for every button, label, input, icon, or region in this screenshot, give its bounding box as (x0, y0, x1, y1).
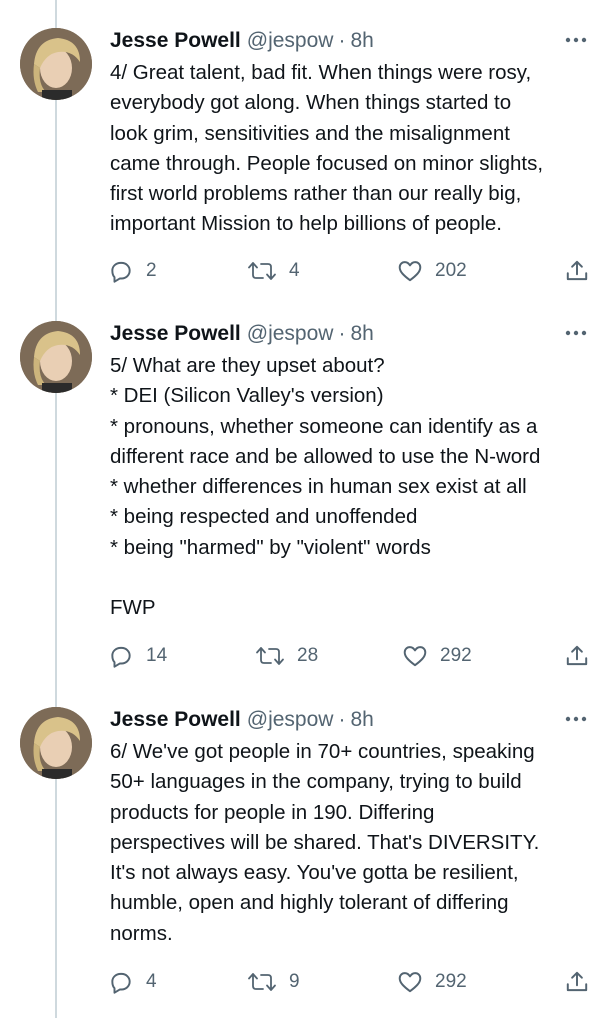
text-line: different race and be allowed to use the… (110, 444, 541, 468)
like-button[interactable]: 292 (402, 641, 472, 671)
share-button[interactable] (564, 967, 590, 997)
avatar[interactable] (20, 28, 92, 100)
reply-count: 4 (146, 971, 157, 992)
like-icon (397, 258, 423, 284)
author-name[interactable]: Jesse Powell (110, 29, 241, 53)
text-line: 50+ languages in the company, trying to … (110, 770, 522, 794)
like-icon (397, 969, 423, 995)
reply-count: 2 (146, 260, 157, 281)
reply-icon (108, 258, 134, 284)
separator-dot: · (338, 322, 346, 345)
reply-count: 14 (146, 645, 168, 666)
retweet-button[interactable]: 9 (247, 967, 300, 997)
reply-icon (108, 643, 134, 669)
text-line: came through. People focused on minor sl… (110, 151, 544, 175)
text-line: look grim, sensitivities and the misalig… (110, 121, 510, 145)
retweet-count: 28 (297, 645, 319, 666)
author-handle[interactable]: @jespow (247, 322, 334, 346)
tweet-header: Jesse Powell @jespow · 8h (110, 707, 374, 733)
more-options-icon[interactable] (563, 30, 589, 50)
tweet-actions: 4 9 292 (0, 967, 610, 997)
retweet-button[interactable]: 4 (247, 256, 300, 286)
share-icon (564, 258, 590, 284)
text-line: humble, open and highly tolerant of diff… (110, 891, 509, 915)
separator-dot: · (338, 708, 346, 731)
more-options-icon[interactable] (563, 323, 589, 343)
reply-button[interactable]: 4 (108, 967, 157, 997)
text-line: norms. (110, 921, 173, 945)
share-icon (564, 969, 590, 995)
text-line: * whether differences in human sex exist… (110, 475, 527, 499)
tweet-text: 5/ What are they upset about? * DEI (Sil… (110, 351, 590, 624)
separator-dot: · (338, 29, 346, 52)
avatar[interactable] (20, 707, 92, 779)
text-spacer (110, 563, 590, 593)
like-icon (402, 643, 428, 669)
share-button[interactable] (564, 641, 590, 671)
like-button[interactable]: 292 (397, 967, 467, 997)
tweet-actions: 2 4 202 (0, 256, 610, 286)
text-line: * DEI (Silicon Valley's version) (110, 384, 384, 408)
text-line: products for people in 190. Differing (110, 800, 435, 824)
share-icon (564, 643, 590, 669)
author-name[interactable]: Jesse Powell (110, 322, 241, 346)
like-count: 292 (440, 645, 472, 666)
retweet-button[interactable]: 28 (255, 641, 318, 671)
retweet-icon (255, 643, 285, 669)
retweet-count: 4 (289, 260, 300, 281)
like-count: 202 (435, 260, 467, 281)
tweet-text: 4/ Great talent, bad fit. When things we… (110, 58, 590, 240)
timestamp[interactable]: 8h (350, 708, 373, 732)
text-line: 6/ We've got people in 70+ countries, sp… (110, 740, 535, 763)
text-line: 5/ What are they upset about? (110, 354, 385, 377)
author-handle[interactable]: @jespow (247, 708, 334, 732)
reply-icon (108, 969, 134, 995)
text-line: * being "harmed" by "violent" words (110, 535, 431, 559)
tweet-header: Jesse Powell @jespow · 8h (110, 321, 374, 347)
author-name[interactable]: Jesse Powell (110, 708, 241, 732)
text-line: FWP (110, 596, 156, 620)
text-line: It's not always easy. You've gotta be re… (110, 861, 519, 885)
reply-button[interactable]: 14 (108, 641, 167, 671)
text-line: 4/ Great talent, bad fit. When things we… (110, 61, 532, 84)
tweet-header: Jesse Powell @jespow · 8h (110, 28, 374, 54)
share-button[interactable] (564, 256, 590, 286)
tweet-text: 6/ We've got people in 70+ countries, sp… (110, 737, 590, 949)
reply-button[interactable]: 2 (108, 256, 157, 286)
author-handle[interactable]: @jespow (247, 29, 334, 53)
text-line: first world problems rather than our rea… (110, 182, 522, 206)
like-count: 292 (435, 971, 467, 992)
timestamp[interactable]: 8h (350, 322, 373, 346)
text-line: perspectives will be shared. That's DIVE… (110, 830, 540, 854)
timestamp[interactable]: 8h (350, 29, 373, 53)
avatar[interactable] (20, 321, 92, 393)
thread-connector-line (55, 0, 57, 1018)
text-line: everybody got along. When things started… (110, 91, 512, 115)
text-line: * being respected and unoffended (110, 505, 418, 529)
like-button[interactable]: 202 (397, 256, 467, 286)
text-line: important Mission to help billions of pe… (110, 212, 502, 236)
retweet-count: 9 (289, 971, 300, 992)
retweet-icon (247, 258, 277, 284)
more-options-icon[interactable] (563, 709, 589, 729)
tweet-actions: 14 28 292 (0, 641, 610, 671)
retweet-icon (247, 969, 277, 995)
text-line: * pronouns, whether someone can identify… (110, 414, 538, 438)
